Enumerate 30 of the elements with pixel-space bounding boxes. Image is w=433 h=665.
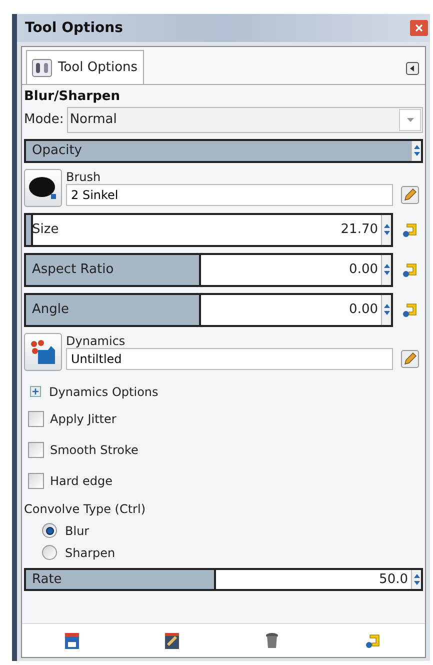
slider-label: Opacity: [31, 142, 82, 160]
dynamics-options-expander[interactable]: Dynamics Options: [24, 382, 423, 400]
slider-field[interactable]: Opacity: [24, 139, 423, 162]
chooser-field[interactable]: Untiltled: [66, 348, 393, 370]
checkbox-label: Hard edge: [50, 473, 113, 490]
mode-label: Mode:: [24, 111, 64, 130]
slider-value: 21.70: [340, 220, 379, 239]
slider-field[interactable]: Rate 50.0: [24, 568, 423, 591]
chooser-field[interactable]: 2 Sinkel: [66, 184, 393, 206]
tab[interactable]: Tool Options: [26, 50, 144, 84]
slider-label: Rate: [31, 570, 62, 588]
chooser-label: Brush: [66, 170, 102, 184]
window-title: Tool Options: [25, 18, 123, 38]
slider-value: 0.00: [349, 260, 379, 279]
checkbox-label: Apply Jitter: [50, 411, 116, 428]
radio-label: Sharpen: [65, 544, 116, 562]
slider-field[interactable]: Angle 0.00: [24, 292, 393, 326]
checkbox-label: Smooth Stroke: [50, 442, 138, 459]
radio-label: Blur: [65, 522, 90, 540]
slider-label: Angle: [31, 300, 69, 319]
slider-value: 50.0: [379, 570, 409, 588]
mode-dropdown[interactable]: Normal: [66, 107, 423, 133]
tool-name: Blur/Sharpen: [24, 89, 121, 105]
slider-label: Aspect Ratio: [31, 260, 114, 279]
slider-field[interactable]: Aspect Ratio 0.00: [24, 252, 393, 286]
slider-field[interactable]: Size 21.70: [24, 212, 393, 246]
slider-value: 0.00: [349, 300, 379, 319]
convolve-label: Convolve Type (Ctrl): [24, 500, 146, 518]
chooser-label: Dynamics: [66, 334, 126, 348]
slider-label: Size: [31, 220, 59, 239]
